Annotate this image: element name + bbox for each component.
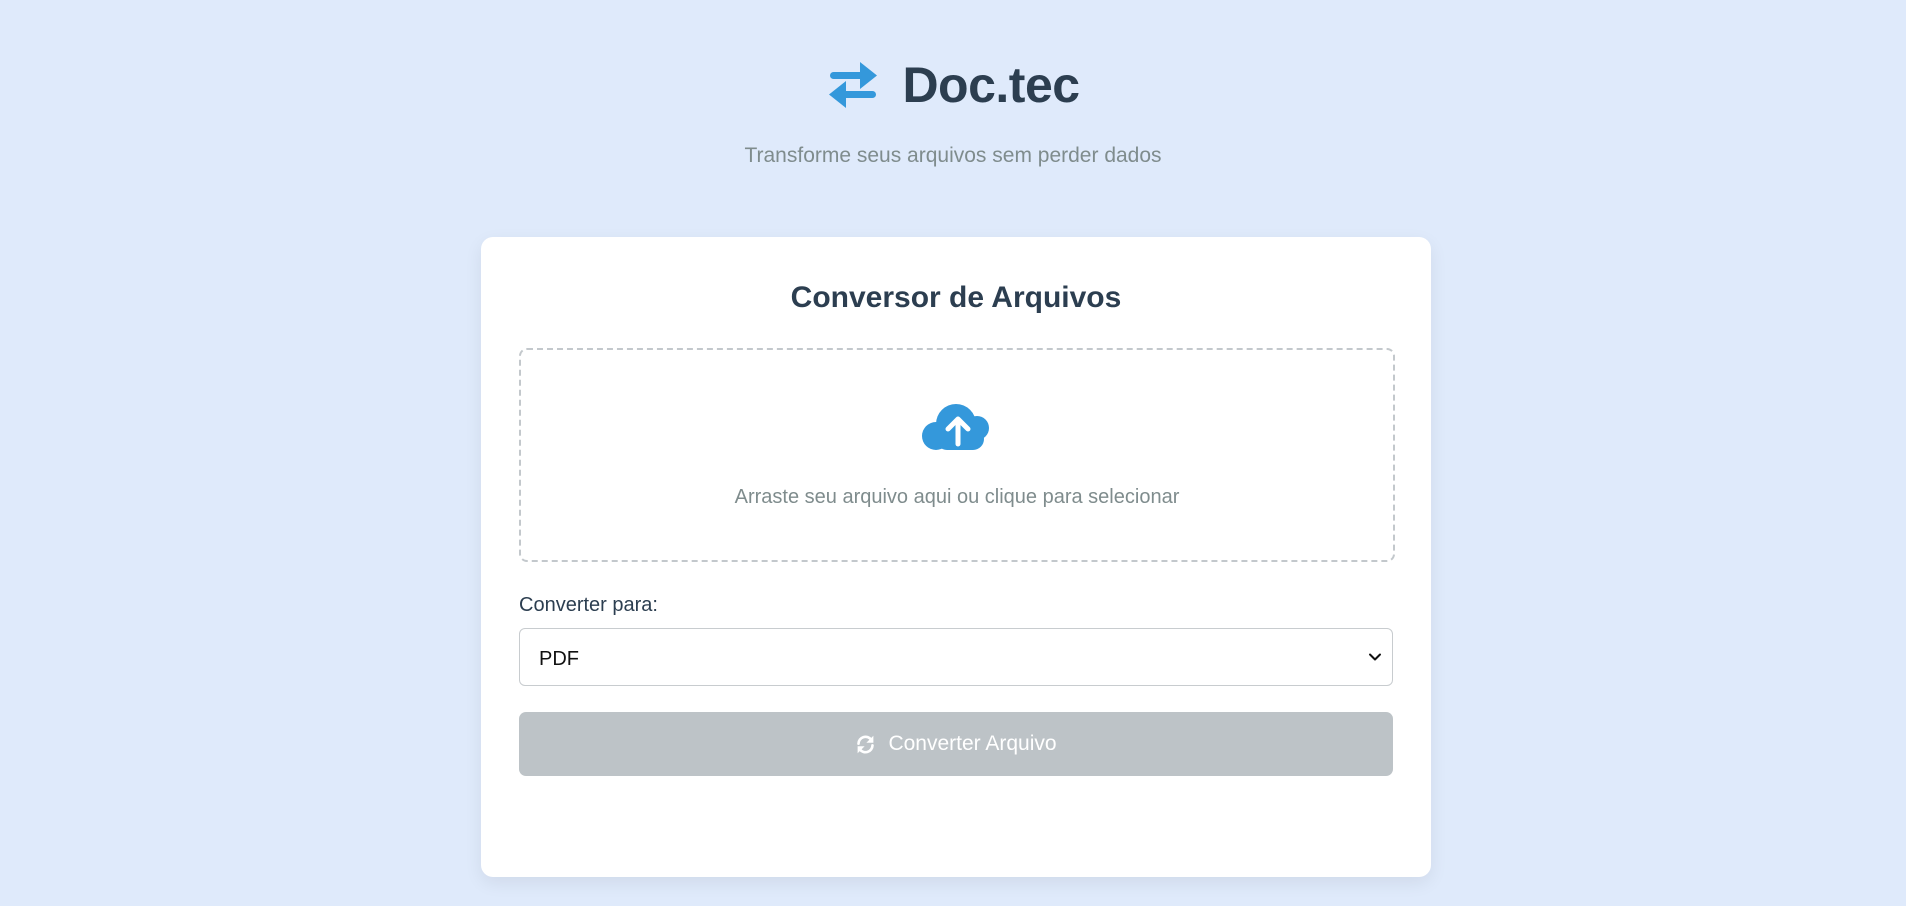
- format-select[interactable]: PDF: [519, 628, 1393, 686]
- convert-file-button[interactable]: Converter Arquivo: [519, 712, 1393, 776]
- file-dropzone[interactable]: Arraste seu arquivo aqui ou clique para …: [519, 348, 1395, 562]
- converter-card: Conversor de Arquivos Arraste seu arquiv…: [481, 237, 1431, 877]
- brand: Doc.tec: [0, 58, 1906, 112]
- exchange-arrows-icon: [826, 58, 880, 112]
- convert-button-label: Converter Arquivo: [888, 732, 1057, 755]
- format-select-value: PDF: [539, 648, 579, 670]
- converter-title: Conversor de Arquivos: [790, 281, 1122, 314]
- cloud-upload-icon: [920, 400, 996, 456]
- format-label: Converter para:: [519, 594, 658, 616]
- sync-icon: [855, 734, 876, 755]
- app-subtitle: Transforme seus arquivos sem perder dado…: [744, 144, 1162, 167]
- chevron-down-icon: [1368, 650, 1382, 664]
- dropzone-text: Arraste seu arquivo aqui ou clique para …: [734, 486, 1180, 508]
- app-title: Doc.tec: [902, 57, 1080, 113]
